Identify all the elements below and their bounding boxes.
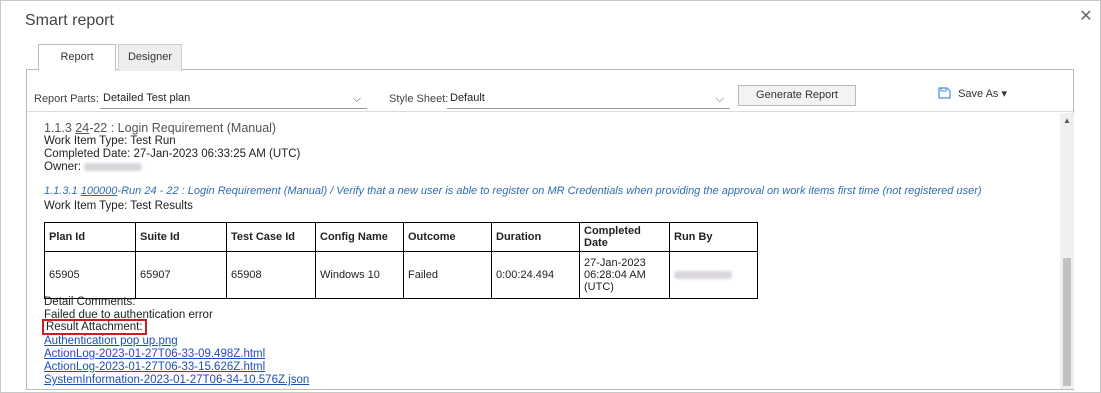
smart-report-dialog: Smart report ✕ Report Designer Report Pa… bbox=[0, 0, 1101, 393]
cell-suite-id: 65907 bbox=[135, 251, 227, 299]
cell-duration: 0:00:24.494 bbox=[491, 251, 580, 299]
table-row: 65905 65907 65908 Windows 10 Failed 0:00… bbox=[44, 251, 758, 299]
test-result-link[interactable]: 100000 bbox=[81, 185, 118, 197]
scroll-up-icon[interactable]: ▲ bbox=[1060, 116, 1074, 125]
tab-bar: Report Designer bbox=[26, 37, 1074, 71]
redacted-run-by bbox=[674, 271, 732, 280]
report-toolbar: Report Parts: Detailed Test plan ⌵ Style… bbox=[27, 70, 1073, 112]
cell-run-by bbox=[669, 251, 758, 299]
result-table: Plan Id Suite Id Test Case Id Config Nam… bbox=[44, 222, 758, 299]
col-outcome: Outcome bbox=[403, 222, 492, 252]
cell-config-name: Windows 10 bbox=[315, 251, 404, 299]
col-config-name: Config Name bbox=[315, 222, 404, 252]
attachment-link[interactable]: ActionLog-2023-01-27T06-33-15.626Z.html bbox=[44, 361, 265, 373]
attachment-link[interactable]: Authentication pop up.png bbox=[44, 335, 178, 347]
dialog-title: Smart report bbox=[25, 12, 114, 29]
vertical-scrollbar[interactable]: ▲ bbox=[1060, 113, 1074, 389]
run-owner: Owner: bbox=[44, 161, 143, 173]
style-sheet-select[interactable]: Default ⌵ bbox=[447, 89, 730, 109]
col-suite-id: Suite Id bbox=[135, 222, 227, 252]
highlight-box: Result Attachment: bbox=[42, 319, 147, 335]
report-parts-value: Detailed Test plan bbox=[103, 92, 191, 104]
result-work-item-type: Work Item Type: Test Results bbox=[44, 200, 193, 212]
col-completed-date: Completed Date bbox=[579, 222, 670, 252]
test-run-heading: 1.1.3 24-22 : Login Requirement (Manual) bbox=[44, 121, 277, 135]
tab-report[interactable]: Report bbox=[38, 44, 116, 71]
save-icon bbox=[938, 87, 951, 99]
detail-comments-label: Detail Comments: bbox=[44, 296, 136, 308]
report-parts-select[interactable]: Detailed Test plan ⌵ bbox=[100, 89, 367, 109]
save-as-button[interactable]: Save As ▾ bbox=[938, 87, 1007, 100]
save-as-label: Save As bbox=[958, 88, 999, 100]
test-run-link[interactable]: 24 bbox=[75, 121, 89, 135]
redacted-owner bbox=[84, 162, 143, 171]
col-plan-id: Plan Id bbox=[44, 222, 136, 252]
result-attachment-label: Result Attachment: bbox=[42, 319, 147, 335]
chevron-down-icon: ⌵ bbox=[352, 93, 361, 105]
generate-report-button[interactable]: Generate Report bbox=[738, 85, 856, 106]
run-work-item-type: Work Item Type: Test Run bbox=[44, 135, 176, 147]
report-parts-label: Report Parts: bbox=[34, 93, 99, 105]
run-completed-date: Completed Date: 27-Jan-2023 06:33:25 AM … bbox=[44, 148, 301, 160]
table-header-row: Plan Id Suite Id Test Case Id Config Nam… bbox=[44, 222, 758, 252]
col-duration: Duration bbox=[491, 222, 580, 252]
cell-plan-id: 65905 bbox=[44, 251, 136, 299]
cell-completed-date: 27-Jan-2023 06:28:04 AM (UTC) bbox=[579, 251, 670, 299]
caret-down-icon: ▾ bbox=[1001, 88, 1008, 100]
report-panel: Report Parts: Detailed Test plan ⌵ Style… bbox=[26, 70, 1074, 390]
col-test-case-id: Test Case Id bbox=[226, 222, 316, 252]
tab-designer[interactable]: Designer bbox=[118, 44, 182, 71]
test-result-heading: 1.1.3.1 100000-Run 24 - 22 : Login Requi… bbox=[44, 185, 982, 197]
scroll-thumb[interactable] bbox=[1063, 258, 1071, 386]
style-sheet-label: Style Sheet: bbox=[389, 93, 449, 105]
close-icon[interactable]: ✕ bbox=[1078, 9, 1094, 25]
cell-test-case-id: 65908 bbox=[226, 251, 316, 299]
style-sheet-value: Default bbox=[450, 92, 485, 104]
attachment-link[interactable]: SystemInformation-2023-01-27T06-34-10.57… bbox=[44, 374, 309, 386]
cell-outcome: Failed bbox=[403, 251, 492, 299]
report-content: 1.1.3 24-22 : Login Requirement (Manual)… bbox=[27, 113, 1059, 389]
chevron-down-icon: ⌵ bbox=[715, 93, 724, 105]
attachment-link[interactable]: ActionLog-2023-01-27T06-33-09.498Z.html bbox=[44, 348, 265, 360]
col-run-by: Run By bbox=[669, 222, 758, 252]
